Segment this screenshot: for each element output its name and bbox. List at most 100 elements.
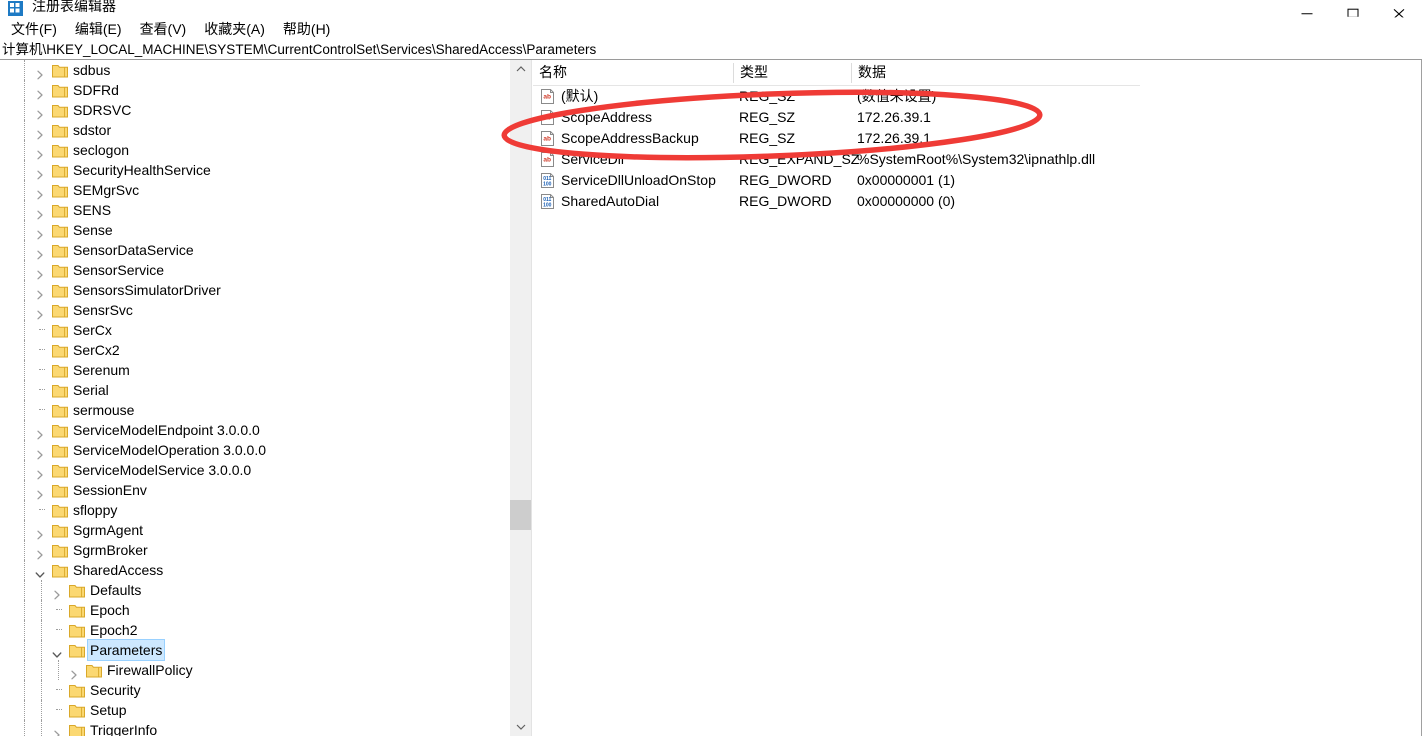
chevron-right-icon[interactable] [35,245,45,260]
value-row[interactable]: ab ServiceDll REG_EXPAND_SZ %SystemRoot%\Sy… [533,149,1422,170]
tree-item-sfloppy[interactable]: sfloppy [0,500,506,520]
tree-item-label: SensorService [73,262,165,278]
tree-item-sharedaccess[interactable]: SharedAccess [0,560,506,580]
tree-item-firewallpolicy[interactable]: FirewallPolicy [0,660,506,680]
tree-item-servicemodelendpoint-3-0-0-0[interactable]: ServiceModelEndpoint 3.0.0.0 [0,420,506,440]
registry-tree-pane[interactable]: sdbus SDFRd SDRSVC sdstor seclogon SecurityHe… [0,60,506,736]
value-data: %SystemRoot%\System32\ipnathlp.dll [857,151,1096,167]
tree-guide-line [24,220,26,240]
tree-item-defaults[interactable]: Defaults [0,580,506,600]
chevron-right-icon[interactable] [35,445,45,460]
chevron-right-icon[interactable] [35,305,45,320]
column-header-type[interactable]: 类型 [734,60,851,85]
menu-item-edit[interactable]: 编辑(E) [66,19,131,39]
menu-item-help[interactable]: 帮助(H) [274,19,339,39]
menu-bar: 文件(F) 编辑(E) 查看(V) 收藏夹(A) 帮助(H) [0,18,1422,40]
chevron-right-icon[interactable] [35,225,45,240]
tree-item-sdstor[interactable]: sdstor [0,120,506,140]
tree-item-sgrmagent[interactable]: SgrmAgent [0,520,506,540]
column-header-data[interactable]: 数据 [852,60,1140,85]
tree-item-sensordataservice[interactable]: SensorDataService [0,240,506,260]
tree-guide-line [24,520,26,540]
tree-item-sessionenv[interactable]: SessionEnv [0,480,506,500]
tree-item-servicemodelservice-3-0-0-0[interactable]: ServiceModelService 3.0.0.0 [0,460,506,480]
tree-item-servicemodeloperation-3-0-0-0[interactable]: ServiceModelOperation 3.0.0.0 [0,440,506,460]
menu-item-favorites[interactable]: 收藏夹(A) [195,19,274,39]
tree-scrollbar-thumb[interactable] [510,500,532,530]
chevron-right-icon[interactable] [35,165,45,180]
tree-item-label: SgrmBroker [73,542,148,558]
folder-icon [52,523,68,538]
tree-guide-line [24,280,26,300]
chevron-right-icon[interactable] [35,545,45,560]
string-value-icon: ab [540,152,555,167]
value-row[interactable]: ab (默认) REG_SZ (数值未设置) [533,86,1422,107]
tree-item-label: FirewallPolicy [107,662,193,678]
scroll-up-button[interactable] [510,60,532,78]
value-row[interactable]: 011 100 SharedAutoDial REG_DWORD 0x00000000 … [533,191,1422,212]
chevron-right-icon[interactable] [35,125,45,140]
tree-item-setup[interactable]: Setup [0,700,506,720]
tree-guide-line [24,120,26,140]
tree-item-serial[interactable]: Serial [0,380,506,400]
menu-item-file[interactable]: 文件(F) [2,19,66,39]
tree-item-triggerinfo[interactable]: TriggerInfo [0,720,506,736]
registry-values-pane[interactable]: 名称 类型 数据 ab (默认) REG_SZ (数值未设置) ab ScopeAddre… [533,60,1422,736]
tree-item-semgrsvc[interactable]: SEMgrSvc [0,180,506,200]
tree-item-sensorssimulatordriver[interactable]: SensorsSimulatorDriver [0,280,506,300]
menu-item-view[interactable]: 查看(V) [131,19,196,39]
chevron-down-icon[interactable] [35,565,45,578]
tree-item-sdrsvc[interactable]: SDRSVC [0,100,506,120]
value-type: REG_SZ [739,88,796,104]
tree-scrollbar[interactable] [509,60,532,736]
chevron-right-icon[interactable] [69,665,79,680]
tree-item-sense[interactable]: Sense [0,220,506,240]
tree-item-sercx2[interactable]: SerCx2 [0,340,506,360]
chevron-down-icon[interactable] [52,645,62,658]
maximize-button[interactable] [1330,0,1376,18]
tree-item-securityhealthservice[interactable]: SecurityHealthService [0,160,506,180]
chevron-right-icon[interactable] [35,105,45,120]
scroll-down-button[interactable] [510,718,532,736]
value-row[interactable]: 011 100 ServiceDllUnloadOnStop REG_DWORD 0x0… [533,170,1422,191]
close-button[interactable] [1376,0,1422,18]
chevron-right-icon[interactable] [35,185,45,200]
chevron-right-icon[interactable] [35,205,45,220]
chevron-right-icon[interactable] [35,285,45,300]
tree-item-sgrmbroker[interactable]: SgrmBroker [0,540,506,560]
chevron-right-icon[interactable] [35,265,45,280]
tree-item-epoch2[interactable]: Epoch2 [0,620,506,640]
tree-item-security[interactable]: Security [0,680,506,700]
folder-icon [52,203,68,218]
tree-item-label: ServiceModelEndpoint 3.0.0.0 [73,422,260,438]
tree-guide-stub [39,509,45,511]
tree-item-sensorservice[interactable]: SensorService [0,260,506,280]
chevron-right-icon[interactable] [35,525,45,540]
chevron-right-icon[interactable] [35,85,45,100]
value-row[interactable]: ab ScopeAddressBackup REG_SZ 172.26.39.1 [533,128,1422,149]
chevron-right-icon[interactable] [52,585,62,600]
column-header-name[interactable]: 名称 [533,60,733,85]
tree-item-sercx[interactable]: SerCx [0,320,506,340]
tree-item-seclogon[interactable]: seclogon [0,140,506,160]
folder-icon [52,363,68,378]
tree-item-serenum[interactable]: Serenum [0,360,506,380]
folder-icon [69,703,85,718]
chevron-right-icon[interactable] [35,65,45,80]
value-name: (默认) [561,88,599,104]
chevron-right-icon[interactable] [35,145,45,160]
tree-item-sdfrd[interactable]: SDFRd [0,80,506,100]
chevron-right-icon[interactable] [52,725,62,736]
tree-item-sens[interactable]: SENS [0,200,506,220]
tree-item-sermouse[interactable]: sermouse [0,400,506,420]
tree-item-sdbus[interactable]: sdbus [0,60,506,80]
chevron-right-icon[interactable] [35,425,45,440]
address-bar[interactable]: 计算机\HKEY_LOCAL_MACHINE\SYSTEM\CurrentCon… [0,40,1422,60]
tree-item-epoch[interactable]: Epoch [0,600,506,620]
chevron-right-icon[interactable] [35,485,45,500]
value-row[interactable]: ab ScopeAddress REG_SZ 172.26.39.1 [533,107,1422,128]
tree-item-parameters[interactable]: Parameters [0,639,506,661]
chevron-right-icon[interactable] [35,465,45,480]
tree-item-sensrsvc[interactable]: SensrSvc [0,300,506,320]
minimize-button[interactable] [1284,0,1330,18]
